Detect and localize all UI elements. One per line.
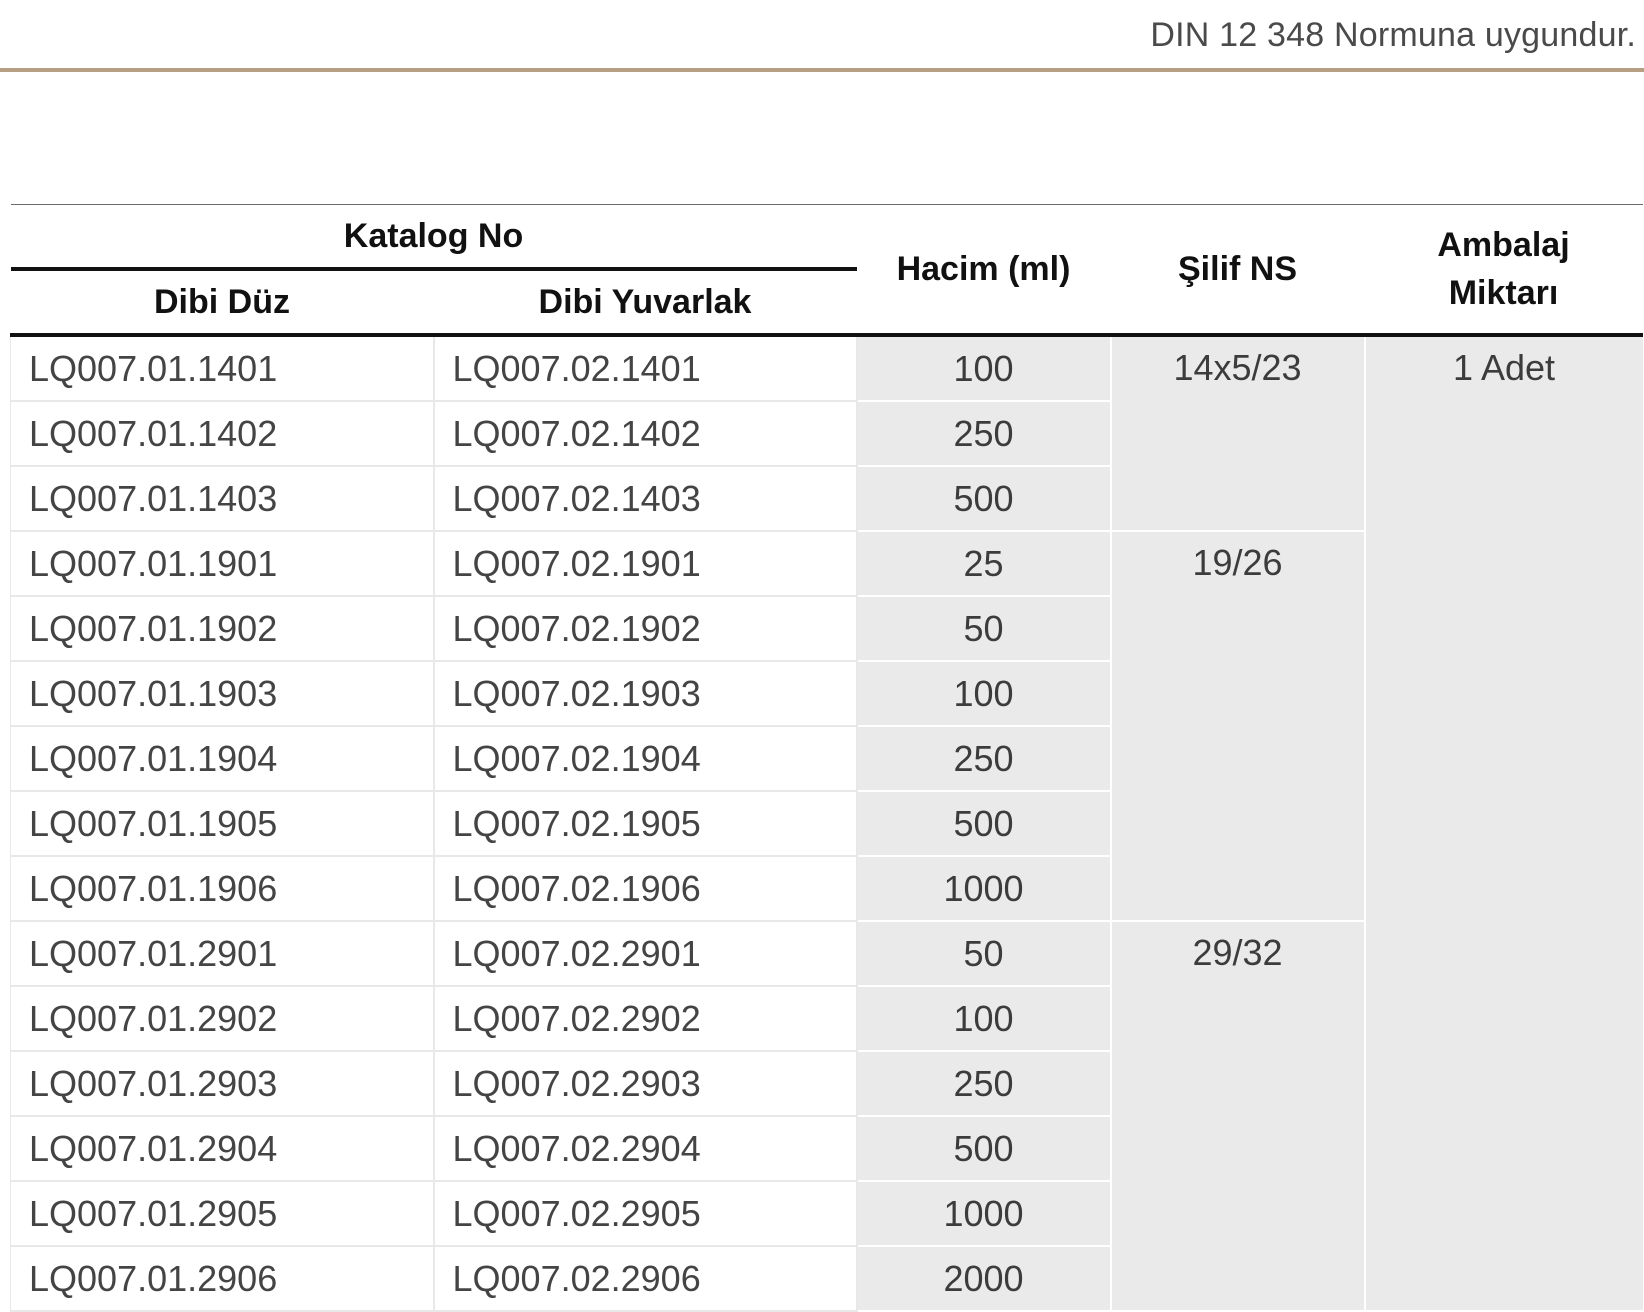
code-dibi-yuvarlak: LQ007.02.1905 bbox=[432, 791, 858, 857]
code-dibi-yuvarlak: LQ007.02.2901 bbox=[432, 921, 858, 987]
hacim-value: 1000 bbox=[856, 1181, 1112, 1247]
code-dibi-duz: LQ007.01.1904 bbox=[10, 726, 435, 792]
code-dibi-duz: LQ007.01.1905 bbox=[10, 791, 435, 857]
hacim-value: 50 bbox=[856, 921, 1112, 987]
code-dibi-duz: LQ007.01.1402 bbox=[10, 401, 435, 467]
header-silif: Şilif NS bbox=[1110, 204, 1365, 337]
code-dibi-yuvarlak: LQ007.02.2906 bbox=[432, 1246, 858, 1312]
table-row: LQ007.01.1401 LQ007.02.1401 100 14x5/23 … bbox=[10, 335, 1643, 1312]
code-dibi-duz: LQ007.01.2905 bbox=[10, 1181, 435, 1247]
code-dibi-yuvarlak: LQ007.02.1903 bbox=[432, 661, 858, 727]
header-ambalaj: Ambalaj Miktarı bbox=[1364, 204, 1643, 337]
code-dibi-yuvarlak: LQ007.02.2902 bbox=[432, 986, 858, 1052]
hacim-value: 100 bbox=[856, 986, 1112, 1052]
hacim-value: 500 bbox=[856, 466, 1112, 532]
code-dibi-yuvarlak: LQ007.02.2904 bbox=[432, 1116, 858, 1182]
code-dibi-duz: LQ007.01.1401 bbox=[10, 335, 435, 402]
hacim-value: 2000 bbox=[856, 1246, 1112, 1312]
hacim-value: 1000 bbox=[856, 856, 1112, 922]
hacim-value: 100 bbox=[856, 335, 1112, 402]
code-dibi-yuvarlak: LQ007.02.2903 bbox=[432, 1051, 858, 1117]
header-dibi-yuvarlak: Dibi Yuvarlak bbox=[433, 269, 857, 337]
code-dibi-duz: LQ007.01.2904 bbox=[10, 1116, 435, 1182]
hacim-value: 25 bbox=[856, 531, 1112, 597]
hacim-value: 50 bbox=[856, 596, 1112, 662]
hacim-value: 250 bbox=[856, 726, 1112, 792]
code-dibi-yuvarlak: LQ007.02.1402 bbox=[432, 401, 858, 467]
header-dibi-duz: Dibi Düz bbox=[10, 269, 434, 337]
header-hacim: Hacim (ml) bbox=[856, 204, 1111, 337]
code-dibi-duz: LQ007.01.1901 bbox=[10, 531, 435, 597]
code-dibi-duz: LQ007.01.1403 bbox=[10, 466, 435, 532]
hacim-value: 100 bbox=[856, 661, 1112, 727]
header-ambalaj-line1: Ambalaj bbox=[1437, 226, 1570, 264]
hacim-value: 500 bbox=[856, 791, 1112, 857]
code-dibi-duz: LQ007.01.2906 bbox=[10, 1246, 435, 1312]
hacim-value: 250 bbox=[856, 401, 1112, 467]
header-divider bbox=[0, 68, 1644, 72]
norm-compliance-note: DIN 12 348 Normuna uygundur. bbox=[1150, 16, 1636, 54]
code-dibi-duz: LQ007.01.1906 bbox=[10, 856, 435, 922]
silif-value: 19/26 bbox=[1110, 531, 1366, 922]
code-dibi-yuvarlak: LQ007.02.1901 bbox=[432, 531, 858, 597]
code-dibi-yuvarlak: LQ007.02.2905 bbox=[432, 1181, 858, 1247]
code-dibi-duz: LQ007.01.2902 bbox=[10, 986, 435, 1052]
silif-value: 14x5/23 bbox=[1110, 335, 1366, 532]
silif-value: 29/32 bbox=[1110, 921, 1366, 1312]
code-dibi-yuvarlak: LQ007.02.1904 bbox=[432, 726, 858, 792]
hacim-value: 500 bbox=[856, 1116, 1112, 1182]
code-dibi-duz: LQ007.01.1903 bbox=[10, 661, 435, 727]
hacim-value: 250 bbox=[856, 1051, 1112, 1117]
code-dibi-yuvarlak: LQ007.02.1403 bbox=[432, 466, 858, 532]
code-dibi-yuvarlak: LQ007.02.1902 bbox=[432, 596, 858, 662]
code-dibi-duz: LQ007.01.2901 bbox=[10, 921, 435, 987]
code-dibi-yuvarlak: LQ007.02.1401 bbox=[432, 335, 858, 402]
header-ambalaj-line2: Miktarı bbox=[1448, 274, 1559, 312]
code-dibi-duz: LQ007.01.2903 bbox=[10, 1051, 435, 1117]
code-dibi-yuvarlak: LQ007.02.1906 bbox=[432, 856, 858, 922]
catalog-table: Katalog No Hacim (ml) Şilif NS Ambalaj M… bbox=[10, 204, 1643, 1312]
ambalaj-value: 1 Adet bbox=[1364, 335, 1643, 1312]
code-dibi-duz: LQ007.01.1902 bbox=[10, 596, 435, 662]
header-katalog-no: Katalog No bbox=[10, 204, 857, 271]
